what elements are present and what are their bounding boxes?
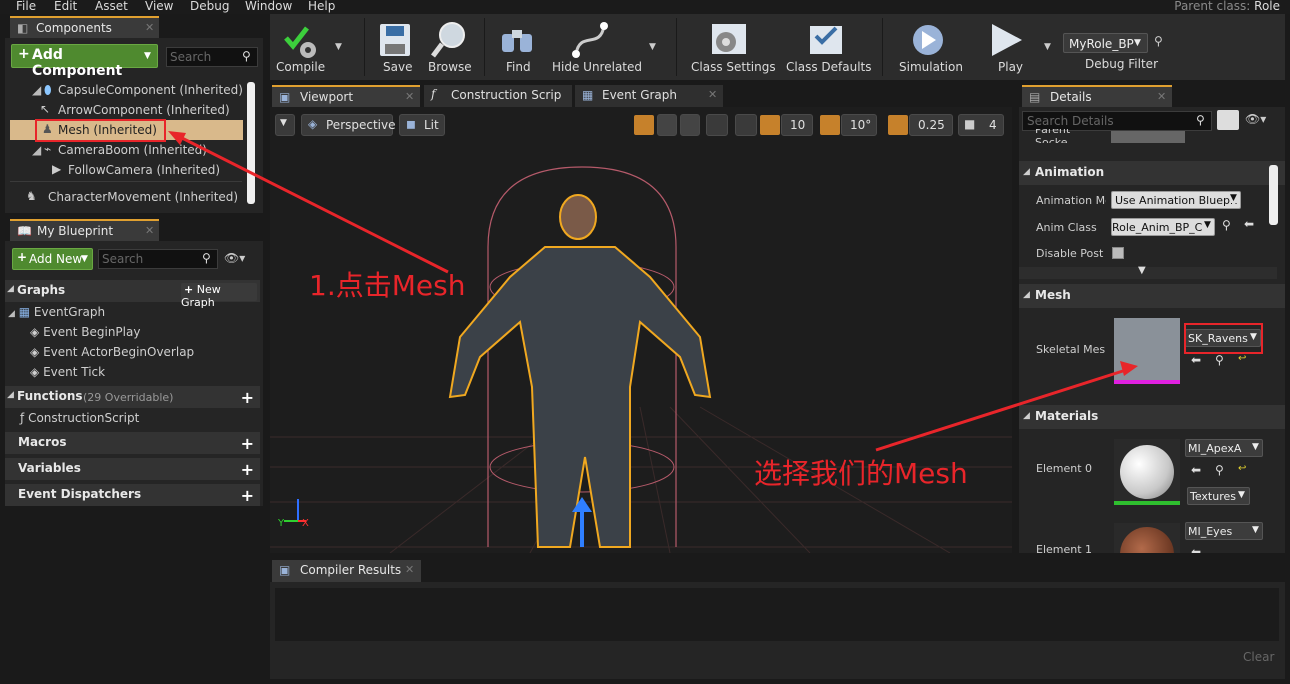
annotation-step1: 1.点击Mesh bbox=[309, 269, 466, 302]
annotation-arrows bbox=[168, 131, 1138, 452]
annotation-step2: 选择我们的Mesh bbox=[754, 457, 968, 490]
